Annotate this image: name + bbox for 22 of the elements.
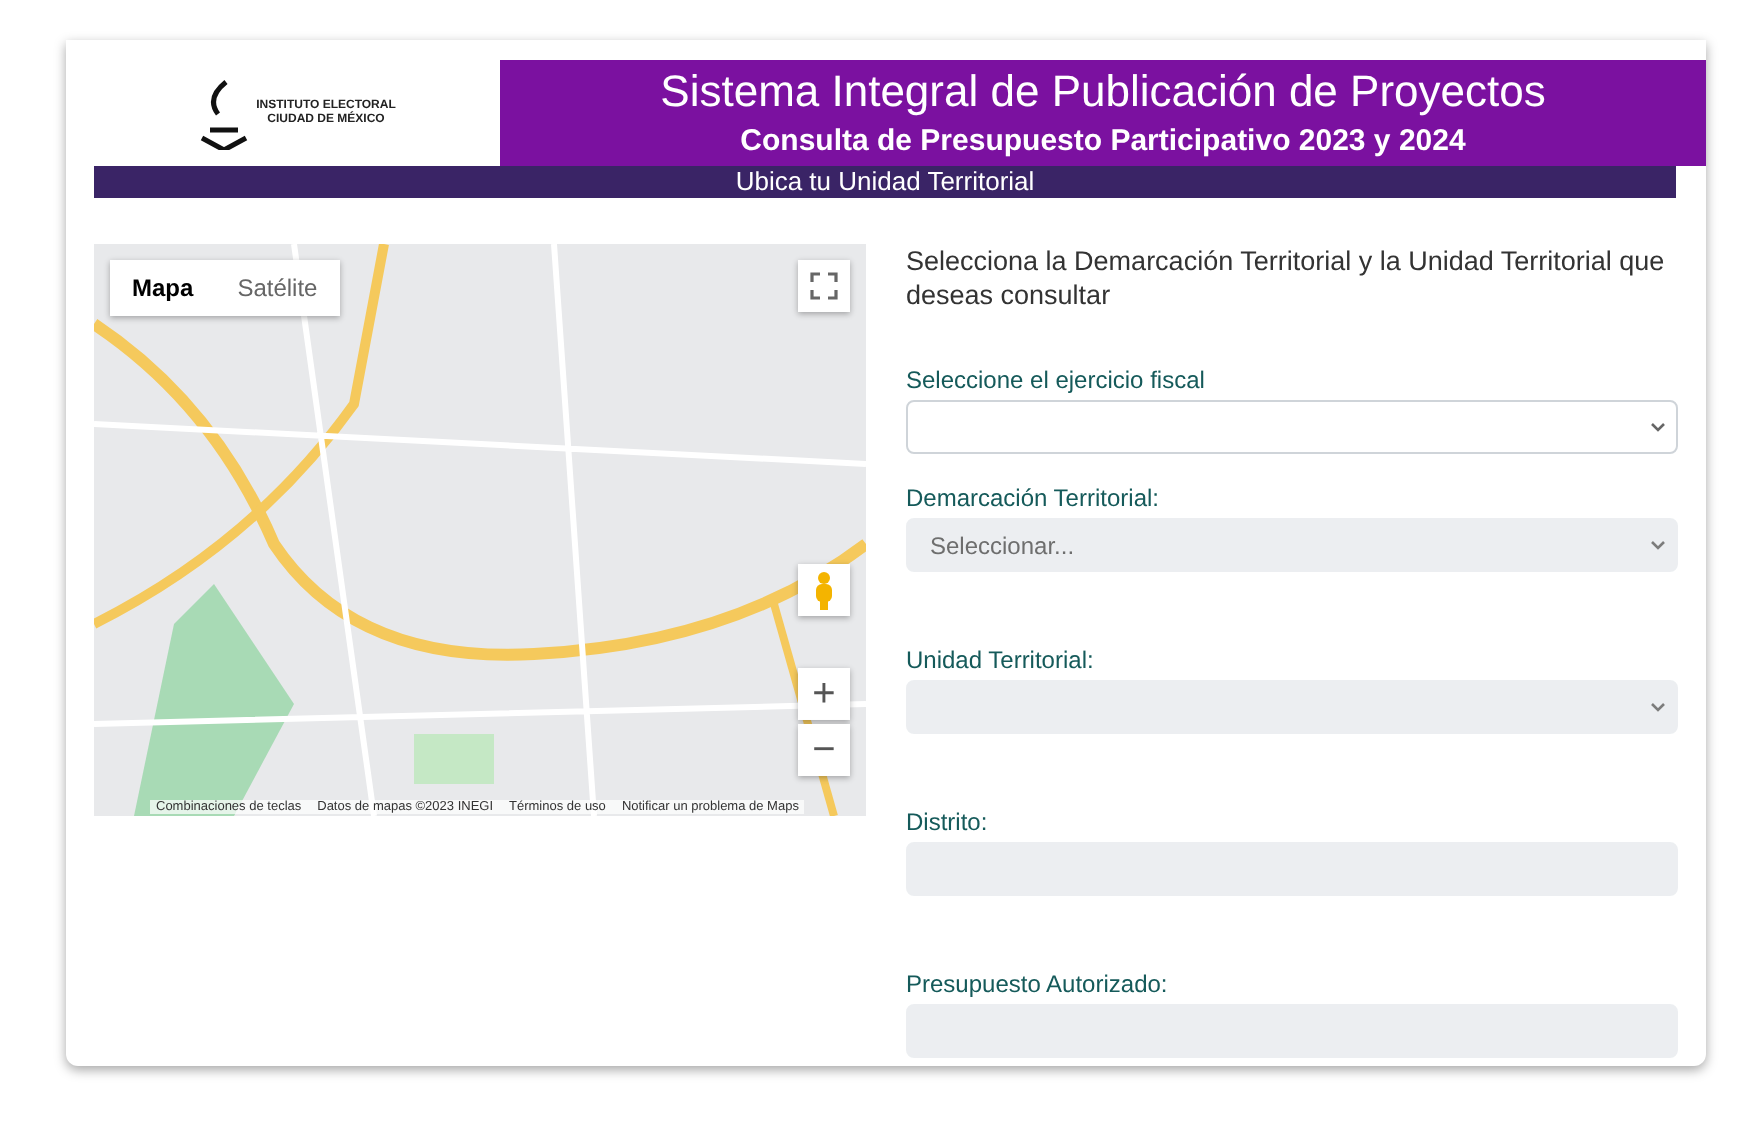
form-instructions: Selecciona la Demarcación Territorial y la Unidad Territorial que deseas consultar [906,244,1667,312]
field-label: Distrito: [906,808,990,836]
field-label: Presupuesto Autorizado: [906,970,1170,998]
field-label: Seleccione el ejercicio fiscal [906,366,1207,394]
dropdown-field[interactable] [906,400,1678,454]
chevron-down-icon [1650,701,1666,713]
street-view-button[interactable] [798,564,850,616]
zoom-in-button[interactable]: + [798,668,850,720]
page-subtitle: Consulta de Presupuesto Participativo 2023 y 2024 [740,123,1466,157]
map-type-tab[interactable]: Mapa [110,260,216,316]
page-title: Sistema Integral de Publicación de Proyectos [660,69,1546,113]
person-icon [812,570,836,610]
zoom-out-button[interactable]: − [798,724,850,776]
map-type-tab[interactable]: Satélite [215,260,340,316]
field-label: Demarcación Territorial: [906,484,1161,512]
chevron-down-icon [1650,539,1666,551]
chevron-down-icon [1650,421,1666,433]
fullscreen-icon [810,272,838,300]
field-label: Unidad Territorial: [906,646,1096,674]
fullscreen-button[interactable] [798,260,850,312]
section-bar: Ubica tu Unidad Territorial [94,166,1676,198]
logo-icon [198,77,250,149]
